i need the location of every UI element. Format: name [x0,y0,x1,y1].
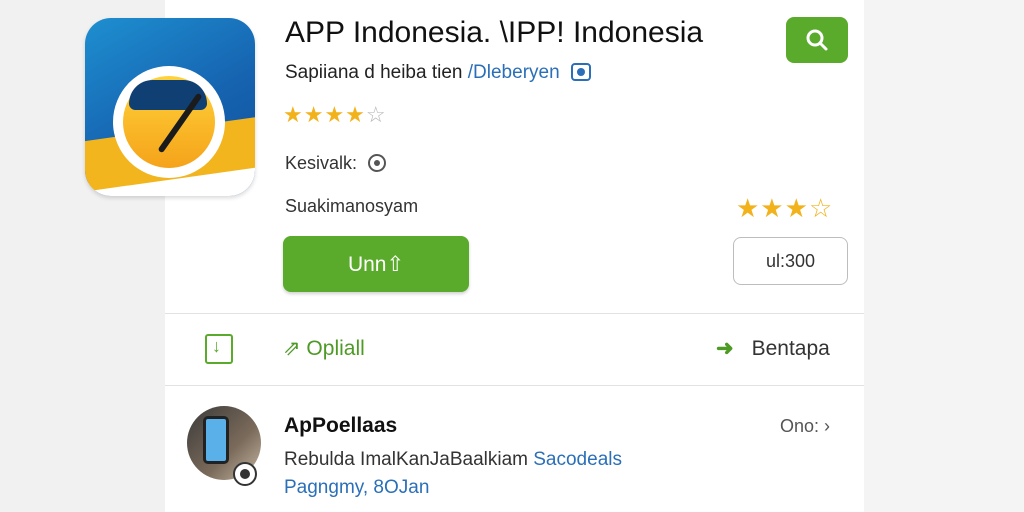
share-arrow-icon: ➜ [716,337,734,360]
right-background [864,0,1024,512]
rating-stars-full: ★★★★ [283,102,366,127]
app-title: APP Indonesia. \IPP! Indonesia [285,16,704,49]
review-date[interactable]: Ono: › [780,416,830,437]
reviews-label: Kesivalk: [285,153,358,173]
share-label: Bentapa [751,337,830,360]
divider [165,385,864,386]
rating-star-empty: ☆ [365,102,387,127]
app-subtitle: Sapiiana d heiba tien /Dleberyen [285,62,591,84]
review-text: Rebulda ImalKanJaBaalkiam Sacodeals [284,449,622,471]
app-rating: ★★★★☆ [283,102,387,128]
secondary-star-half: ☆ [808,193,834,223]
share-button[interactable]: ➜ Bentapa [716,336,830,361]
search-icon [806,29,828,51]
info-icon[interactable] [368,154,387,172]
review-text-link[interactable]: Sacodeals [533,449,622,470]
secondary-rating: ★★★☆ [736,193,833,224]
price-button[interactable]: ul:300 [733,237,848,285]
optional-link[interactable]: ⇗ Opliall [283,336,365,361]
search-button[interactable] [786,17,848,63]
reviews-row: Kesivalk: [285,153,387,174]
app-logo [85,18,255,196]
divider [165,313,864,314]
avatar-badge-icon [233,462,257,486]
developer-link[interactable]: /Dleberyen [468,62,560,83]
subtitle-text: Sapiiana d heiba tien [285,62,463,83]
app-category: Suakimanosyam [285,196,419,216]
review-text-body: Rebulda ImalKanJaBaalkiam [284,449,528,470]
verified-badge-icon [570,63,591,81]
review-meta: Pagngmy, 8OJan [284,477,430,498]
secondary-stars-full: ★★★ [736,193,809,223]
install-button[interactable]: Unn⇧ [283,236,469,292]
download-icon[interactable] [205,334,233,364]
reviewer-name: ApPoellaas [284,414,398,437]
